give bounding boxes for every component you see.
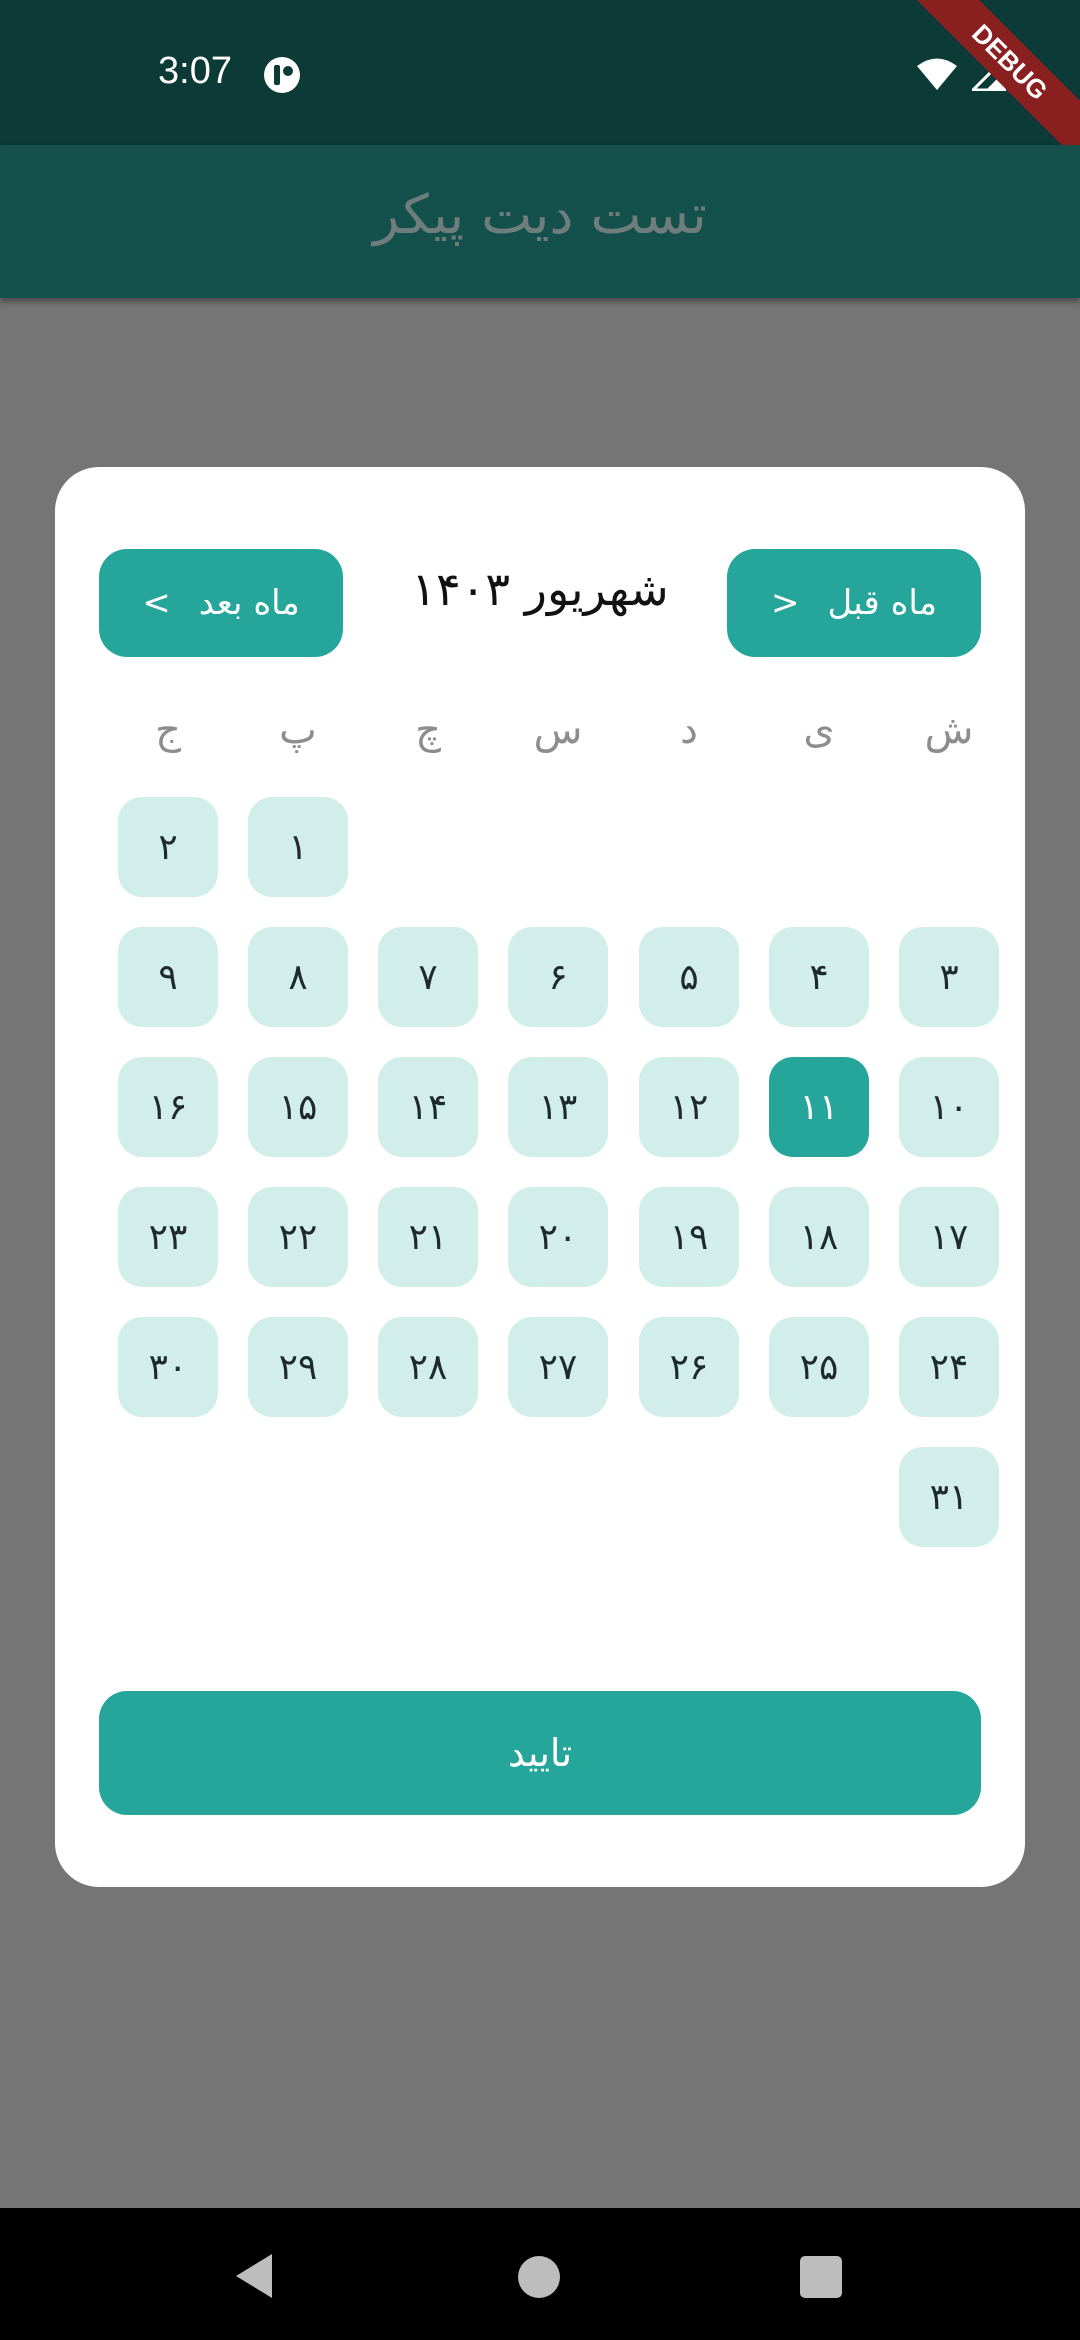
app-title: تست دیت پیکر	[373, 183, 707, 246]
day-cell[interactable]: ۸	[248, 927, 348, 1027]
back-icon[interactable]	[234, 2252, 274, 2300]
weekday-label: ش	[924, 707, 974, 753]
date-picker-dialog: ماه قبل < شهریور ۱۴۰۳ ماه بعد > شیدسچپج …	[55, 467, 1025, 1887]
chevron-left-icon: <	[771, 583, 800, 623]
day-cell[interactable]: ۱۳	[508, 1057, 608, 1157]
day-cell[interactable]: ۲۷	[508, 1317, 608, 1417]
day-cell[interactable]: ۲	[118, 797, 218, 897]
prev-month-button[interactable]: ماه قبل <	[727, 549, 981, 657]
day-cell[interactable]: ۳۰	[118, 1317, 218, 1417]
prev-month-label: ماه قبل	[827, 583, 937, 623]
day-cell[interactable]: ۱۹	[639, 1187, 739, 1287]
weekday-label: ی	[803, 707, 835, 753]
day-cell[interactable]: ۳۱	[899, 1447, 999, 1547]
day-cell[interactable]: ۱۵	[248, 1057, 348, 1157]
weekday-label: پ	[279, 707, 317, 753]
day-cell[interactable]: ۶	[508, 927, 608, 1027]
day-cell[interactable]: ۲۱	[378, 1187, 478, 1287]
day-cell[interactable]: ۲۰	[508, 1187, 608, 1287]
day-cell[interactable]: ۲۵	[769, 1317, 869, 1417]
day-cell[interactable]: ۱۶	[118, 1057, 218, 1157]
app-notification-icon	[264, 57, 300, 93]
day-cell[interactable]: ۱۴	[378, 1057, 478, 1157]
day-cell[interactable]: ۲۸	[378, 1317, 478, 1417]
day-cell[interactable]: ۳	[899, 927, 999, 1027]
app-bar: تست دیت پیکر	[0, 145, 1080, 298]
day-cell[interactable]: ۲۴	[899, 1317, 999, 1417]
day-cell[interactable]: ۵	[639, 927, 739, 1027]
confirm-button[interactable]: تایید	[99, 1691, 981, 1815]
day-cell[interactable]: ۲۶	[639, 1317, 739, 1417]
wifi-icon	[917, 58, 957, 90]
weekday-label: ج	[155, 707, 181, 753]
weekday-label: س	[533, 707, 583, 753]
day-cell[interactable]: ۲۹	[248, 1317, 348, 1417]
status-bar: 3:07 DEBUG	[0, 0, 1080, 170]
day-cell[interactable]: ۷	[378, 927, 478, 1027]
weekday-label: چ	[415, 707, 441, 753]
day-cell[interactable]: ۲۲	[248, 1187, 348, 1287]
system-nav-bar	[0, 2208, 1080, 2340]
day-cell[interactable]: ۴	[769, 927, 869, 1027]
day-cell[interactable]: ۲۳	[118, 1187, 218, 1287]
recent-apps-icon[interactable]	[800, 2256, 842, 2298]
weekday-label: د	[680, 707, 698, 753]
day-cell[interactable]: ۱۷	[899, 1187, 999, 1287]
day-cell[interactable]: ۱۰	[899, 1057, 999, 1157]
month-year-title: شهریور ۱۴۰۳	[411, 562, 669, 616]
next-month-label: ماه بعد	[198, 583, 300, 623]
day-cell-selected[interactable]: ۱۱	[769, 1057, 869, 1157]
day-cell[interactable]: ۱۲	[639, 1057, 739, 1157]
chevron-right-icon: >	[142, 583, 171, 623]
status-time: 3:07	[158, 50, 232, 92]
day-cell[interactable]: ۱	[248, 797, 348, 897]
next-month-button[interactable]: ماه بعد >	[99, 549, 343, 657]
day-cell[interactable]: ۱۸	[769, 1187, 869, 1287]
day-cell[interactable]: ۹	[118, 927, 218, 1027]
home-icon[interactable]	[518, 2256, 560, 2298]
